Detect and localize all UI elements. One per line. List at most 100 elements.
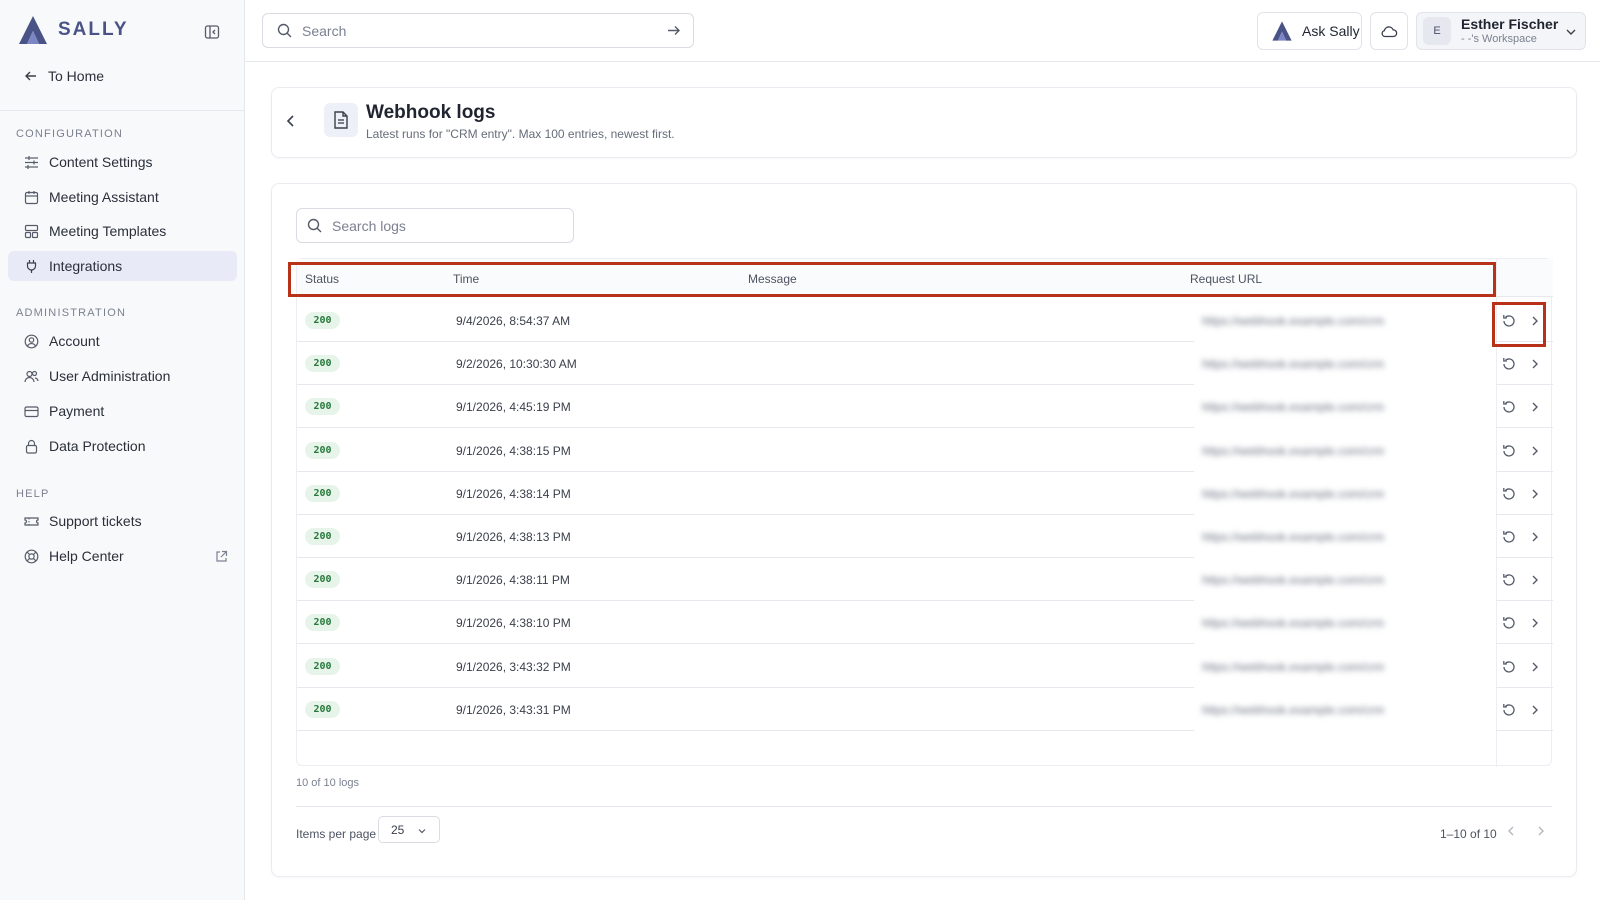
items-per-page-label: Items per page	[296, 827, 377, 841]
lock-icon	[25, 439, 38, 454]
sidebar-item-label: Payment	[49, 403, 105, 419]
ticket-icon	[24, 516, 39, 526]
collapse-sidebar-icon[interactable]	[204, 24, 220, 40]
sally-logo-icon	[1272, 21, 1292, 41]
chevron-right-icon[interactable]	[1527, 486, 1543, 502]
table-row[interactable]: 200 9/1/2026, 4:38:10 PM https://webhook.e…	[297, 601, 1553, 645]
sidebar: SALLY To Home CONFIGURATION Content Sett…	[0, 0, 245, 900]
to-home-label: To Home	[48, 68, 105, 84]
table-row[interactable]: 200 9/2/2026, 10:30:30 AM https://webhook.…	[297, 342, 1553, 386]
chevron-right-icon[interactable]	[1527, 702, 1543, 718]
table-header: Status Time Message Request URL	[288, 259, 1553, 297]
search-icon	[277, 23, 292, 38]
status-badge: 200	[305, 484, 340, 502]
sidebar-item-meeting-templates[interactable]: Meeting Templates	[8, 216, 237, 246]
status-badge: 200	[305, 614, 340, 632]
row-divider	[1496, 729, 1553, 731]
retry-icon[interactable]	[1501, 443, 1517, 459]
sidebar-item-support-tickets[interactable]: Support tickets	[8, 506, 237, 536]
sidebar-item-help-center[interactable]: Help Center	[8, 541, 237, 571]
sidebar-item-integrations[interactable]: Integrations	[8, 251, 237, 281]
user-workspace: - -'s Workspace	[1461, 32, 1537, 45]
request-url: https://webhook.example.com/crm	[1202, 314, 1385, 327]
log-time: 9/4/2026, 8:54:37 AM	[456, 314, 571, 328]
next-page-icon[interactable]	[1535, 825, 1547, 837]
items-per-page-select[interactable]: 25	[378, 816, 440, 843]
chevron-right-icon[interactable]	[1527, 572, 1543, 588]
retry-icon[interactable]	[1501, 529, 1517, 545]
table-row[interactable]: 200 9/1/2026, 4:38:15 PM https://webhook.e…	[297, 429, 1553, 472]
footer-divider	[296, 806, 1552, 807]
sidebar-item-data-protection[interactable]: Data Protection	[8, 431, 237, 461]
chevron-right-icon[interactable]	[1527, 615, 1543, 631]
sidebar-item-label: Account	[49, 333, 100, 349]
request-url: https://webhook.example.com/crm	[1202, 357, 1385, 371]
table-row[interactable]: 200 9/1/2026, 4:38:14 PM https://webhook.e…	[297, 472, 1553, 515]
status-badge: 200	[305, 398, 340, 416]
calendar-icon	[24, 190, 39, 204]
retry-icon[interactable]	[1501, 702, 1517, 718]
request-url: https://webhook.example.com/crm	[1202, 616, 1385, 630]
log-search-input[interactable]	[332, 217, 562, 234]
retry-icon[interactable]	[1501, 615, 1517, 631]
retry-icon[interactable]	[1501, 399, 1517, 415]
section-label-configuration: CONFIGURATION	[16, 128, 124, 140]
cloud-sync-button[interactable]	[1370, 12, 1408, 50]
table-row[interactable]: 200 9/1/2026, 3:43:32 PM https://webhook.e…	[297, 645, 1553, 688]
log-time: 9/1/2026, 4:38:13 PM	[456, 530, 571, 544]
sidebar-item-label: Meeting Templates	[49, 223, 167, 239]
pagination-range: 1–10 of 10	[1440, 827, 1497, 841]
table-row[interactable]: 200 9/1/2026, 4:45:19 PM https://webhook.e…	[297, 385, 1553, 429]
log-search[interactable]	[296, 208, 574, 243]
page-header-card: Webhook logs Latest runs for "CRM entry"…	[271, 87, 1577, 158]
log-time: 9/1/2026, 4:45:19 PM	[456, 400, 571, 415]
user-name: Esther Fischer	[1461, 16, 1559, 33]
sidebar-item-label: Meeting Assistant	[49, 189, 159, 205]
section-label-help: HELP	[16, 488, 50, 500]
user-menu-button[interactable]: E Esther Fischer - -'s Workspace	[1416, 12, 1586, 50]
page-title: Webhook logs	[366, 102, 496, 123]
retry-icon[interactable]	[1501, 486, 1517, 502]
chevron-right-icon[interactable]	[1527, 399, 1543, 415]
log-time: 9/1/2026, 3:43:32 PM	[456, 659, 571, 674]
global-search[interactable]	[262, 13, 694, 48]
log-time: 9/1/2026, 4:38:10 PM	[456, 616, 571, 631]
to-home-link[interactable]: To Home	[24, 68, 104, 84]
previous-page-icon[interactable]	[1505, 825, 1517, 837]
table-row[interactable]: 200 9/4/2026, 8:54:37 AM https://webhook.e…	[297, 299, 1553, 347]
table-row[interactable]: 200 9/1/2026, 3:43:31 PM https://webhook.e…	[297, 688, 1553, 731]
sidebar-item-meeting-assistant[interactable]: Meeting Assistant	[8, 182, 237, 212]
chevron-right-icon[interactable]	[1527, 659, 1543, 675]
app-logo[interactable]: SALLY	[16, 14, 129, 46]
status-badge: 200	[305, 657, 340, 675]
sidebar-item-content-settings[interactable]: Content Settings	[8, 147, 237, 177]
sidebar-item-label: Integrations	[49, 258, 123, 274]
log-count: 10 of 10 logs	[296, 777, 359, 789]
chevron-right-icon[interactable]	[1527, 356, 1543, 372]
row-divider	[297, 729, 1194, 731]
sliders-icon	[25, 155, 38, 169]
retry-icon[interactable]	[1501, 572, 1517, 588]
items-per-page-value: 25	[391, 822, 405, 837]
sidebar-item-payment[interactable]: Payment	[8, 396, 237, 426]
chevron-right-icon[interactable]	[1527, 443, 1543, 459]
sidebar-item-account[interactable]: Account	[8, 326, 237, 356]
back-chevron-icon[interactable]	[284, 114, 298, 128]
search-icon	[307, 218, 322, 233]
chevron-right-icon[interactable]	[1527, 529, 1543, 545]
ask-sally-button[interactable]: Ask Sally	[1257, 12, 1362, 50]
arrow-right-icon[interactable]	[666, 23, 681, 38]
request-url: https://webhook.example.com/crm	[1202, 486, 1385, 500]
sidebar-item-label: Help Center	[49, 548, 124, 564]
document-icon	[334, 111, 348, 129]
log-time: 9/2/2026, 10:30:30 AM	[456, 357, 577, 372]
global-search-input[interactable]	[302, 22, 642, 39]
table-row[interactable]: 200 9/1/2026, 4:38:13 PM https://webhook.e…	[297, 515, 1553, 558]
retry-icon[interactable]	[1501, 356, 1517, 372]
request-url: https://webhook.example.com/crm	[1202, 400, 1385, 414]
retry-icon[interactable]	[1501, 659, 1517, 675]
sidebar-item-user-administration[interactable]: User Administration	[8, 361, 237, 391]
brand-name: SALLY	[58, 19, 129, 40]
table-row[interactable]: 200 9/1/2026, 4:38:11 PM https://webhook.e…	[297, 558, 1553, 602]
topbar: Ask Sally E Esther Fischer - -'s Workspa…	[245, 0, 1600, 62]
